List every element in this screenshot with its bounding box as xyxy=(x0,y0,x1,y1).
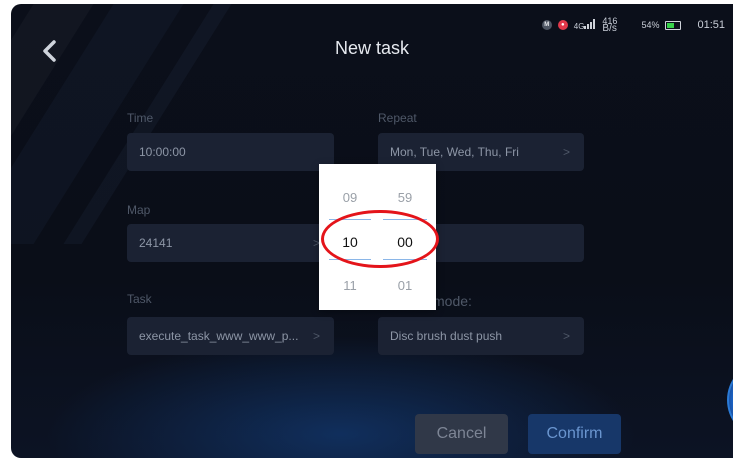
floating-action-button[interactable] xyxy=(727,364,733,436)
highlight-ring xyxy=(321,210,439,268)
m-badge-icon: M xyxy=(541,20,552,30)
network-label: 4G xyxy=(573,22,585,31)
network-speed: 416 B/s xyxy=(602,17,617,34)
speed-unit: B/s xyxy=(602,23,617,34)
battery-icon xyxy=(665,20,682,30)
clock: 01:51 xyxy=(697,19,725,31)
signal-icon: 4G xyxy=(574,19,597,31)
task-value: execute_task_www_www_p... xyxy=(139,329,299,343)
chevron-right-icon: > xyxy=(312,329,320,343)
page-title: New task xyxy=(334,38,410,58)
mode-field[interactable]: Disc brush dust push > xyxy=(378,317,584,355)
location-pin-icon: ● xyxy=(557,20,568,30)
task-field[interactable]: execute_task_www_www_p... > xyxy=(127,317,334,355)
mode-label: mode: xyxy=(433,293,472,309)
time-label: Time xyxy=(127,111,154,125)
repeat-value: Mon, Tue, Wed, Thu, Fri xyxy=(390,145,519,159)
map-label: Map xyxy=(127,203,151,217)
cancel-button[interactable]: Cancel xyxy=(415,414,508,454)
task-label: Task xyxy=(127,292,152,306)
chevron-right-icon: > xyxy=(562,145,570,159)
minute-option[interactable]: 01 xyxy=(388,278,422,293)
mode-value: Disc brush dust push xyxy=(390,329,503,343)
time-field[interactable]: 10:00:00 xyxy=(127,133,334,171)
confirm-button[interactable]: Confirm xyxy=(528,414,621,454)
hour-option[interactable]: 11 xyxy=(333,278,367,293)
chevron-right-icon: > xyxy=(562,329,570,343)
time-value: 10:00:00 xyxy=(139,145,186,159)
map-field[interactable]: 24141 > xyxy=(127,224,334,262)
repeat-label: Repeat xyxy=(378,111,417,125)
hour-option[interactable]: 09 xyxy=(333,190,367,205)
minute-option[interactable]: 59 xyxy=(388,190,422,205)
battery-percent: 54% xyxy=(641,20,660,30)
status-bar: M ● 4G 416 B/s 54% 01:51 xyxy=(541,17,725,34)
map-value: 24141 xyxy=(139,236,173,250)
